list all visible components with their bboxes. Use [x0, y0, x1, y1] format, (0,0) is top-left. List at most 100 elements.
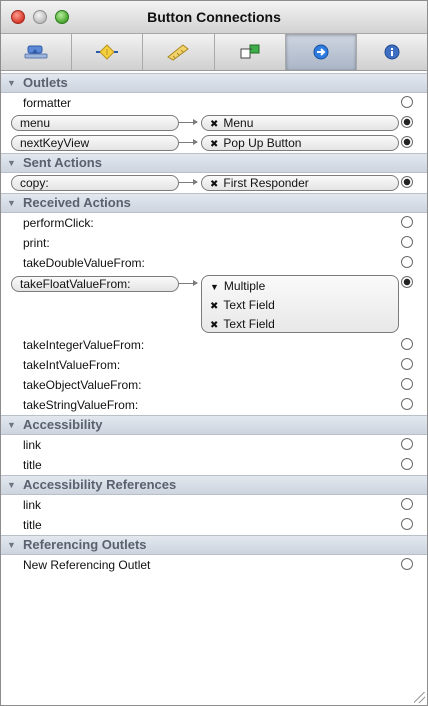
action-row-copy: copy: ✖ First Responder: [1, 173, 427, 193]
connection-circle-connected[interactable]: [401, 116, 413, 128]
connection-circle[interactable]: [401, 398, 413, 410]
disclosure-triangle-icon[interactable]: ▼: [7, 74, 16, 92]
outlet-label: formatter: [23, 96, 72, 110]
section-outlets[interactable]: ▼ Outlets: [1, 73, 427, 93]
disconnect-x-icon[interactable]: ✖: [210, 301, 218, 312]
multiple-target-item[interactable]: ✖ Text Field: [210, 297, 398, 316]
section-title: Received Actions: [23, 195, 131, 210]
action-pill[interactable]: copy:: [11, 175, 179, 191]
connection-circle[interactable]: [401, 216, 413, 228]
connection-target[interactable]: ✖ Menu: [201, 115, 399, 131]
title-bar[interactable]: Button Connections: [1, 1, 427, 34]
connection-circle-connected[interactable]: [401, 176, 413, 188]
connection-circle-connected[interactable]: [401, 136, 413, 148]
tab-size[interactable]: [143, 34, 215, 70]
connection-circle[interactable]: [401, 256, 413, 268]
outlet-pill[interactable]: menu: [11, 115, 179, 131]
outlet-row-menu: menu ✖ Menu: [1, 113, 427, 133]
received-row-takeintegervaluefrom: takeIntegerValueFrom:: [1, 335, 427, 355]
multiple-header[interactable]: ▼ Multiple: [210, 278, 398, 297]
action-label: takeStringValueFrom:: [23, 398, 139, 412]
connection-target-multiple[interactable]: ▼ Multiple ✖ Text Field ✖ Text Field: [201, 275, 399, 333]
attributes-icon: [24, 45, 48, 59]
effects-icon: [96, 44, 119, 60]
received-row-takeintvaluefrom: takeIntValueFrom:: [1, 355, 427, 375]
connection-circle[interactable]: [401, 96, 413, 108]
disclosure-triangle-icon[interactable]: ▼: [7, 154, 16, 172]
disconnect-x-icon[interactable]: ✖: [210, 179, 218, 190]
connection-circle[interactable]: [401, 558, 413, 570]
connections-arrow-icon: [313, 44, 329, 60]
disclosure-triangle-icon[interactable]: ▼: [7, 194, 16, 212]
section-title: Referencing Outlets: [23, 537, 147, 552]
section-received-actions[interactable]: ▼ Received Actions: [1, 193, 427, 213]
connection-target[interactable]: ✖ First Responder: [201, 175, 399, 191]
outlet-pill[interactable]: nextKeyView: [11, 135, 179, 151]
tab-connections[interactable]: [285, 34, 357, 70]
tab-effects[interactable]: [72, 34, 144, 70]
target-label: Text Field: [223, 298, 275, 312]
section-referencing-outlets[interactable]: ▼ Referencing Outlets: [1, 535, 427, 555]
connection-target[interactable]: ✖ Pop Up Button: [201, 135, 399, 151]
tab-identity[interactable]: [357, 34, 427, 70]
referencing-outlet-row-new: New Referencing Outlet: [1, 555, 427, 575]
disconnect-x-icon[interactable]: ✖: [210, 139, 218, 150]
connection-arrow: [179, 179, 198, 185]
disclosure-triangle-icon[interactable]: ▼: [210, 282, 219, 292]
outlet-row-nextkeyview: nextKeyView ✖ Pop Up Button: [1, 133, 427, 153]
disconnect-x-icon[interactable]: ✖: [210, 119, 218, 130]
action-pill[interactable]: takeFloatValueFrom:: [11, 276, 179, 292]
target-label: Menu: [223, 116, 254, 130]
inspector-toolbar: [1, 34, 427, 71]
connection-circle[interactable]: [401, 498, 413, 510]
accessibility-ref-label: title: [23, 518, 42, 532]
section-accessibility-references[interactable]: ▼ Accessibility References: [1, 475, 427, 495]
connection-arrow: [179, 139, 198, 145]
multiple-target-item[interactable]: ✖ Text Field: [210, 316, 398, 335]
target-label: Multiple: [223, 279, 266, 293]
window-title: Button Connections: [147, 9, 281, 25]
connection-circle[interactable]: [401, 518, 413, 530]
received-row-performclick: performClick:: [1, 213, 427, 233]
action-label: takeIntValueFrom:: [23, 358, 121, 372]
resize-grip-icon[interactable]: [414, 692, 425, 703]
section-title: Outlets: [23, 75, 68, 90]
section-accessibility[interactable]: ▼ Accessibility: [1, 415, 427, 435]
bindings-icon: [240, 44, 260, 59]
section-title: Accessibility: [23, 417, 103, 432]
tab-bindings[interactable]: [215, 34, 286, 70]
accessibility-label: title: [23, 458, 42, 472]
target-label: Text Field: [223, 317, 275, 331]
section-title: Accessibility References: [23, 477, 177, 492]
inspector-window: Button Connections ▼ Outlets formatter m…: [0, 0, 428, 706]
connection-circle[interactable]: [401, 378, 413, 390]
disclosure-triangle-icon[interactable]: ▼: [7, 536, 16, 554]
disclosure-triangle-icon[interactable]: ▼: [7, 476, 16, 494]
connection-arrow: [179, 280, 198, 286]
received-row-print: print:: [1, 233, 427, 253]
action-label: takeObjectValueFrom:: [23, 378, 142, 392]
connection-circle[interactable]: [401, 236, 413, 248]
accessibility-ref-row-title: title: [1, 515, 427, 535]
connections-list: ▼ Outlets formatter menu ✖ Menu nextKeyVi…: [1, 71, 427, 705]
connection-circle[interactable]: [401, 438, 413, 450]
connection-circle-connected[interactable]: [401, 276, 413, 288]
action-label: takeIntegerValueFrom:: [23, 338, 145, 352]
section-sent-actions[interactable]: ▼ Sent Actions: [1, 153, 427, 173]
connection-circle[interactable]: [401, 338, 413, 350]
referencing-outlet-label: New Referencing Outlet: [23, 558, 151, 572]
disconnect-x-icon[interactable]: ✖: [210, 320, 218, 331]
target-label: Pop Up Button: [223, 136, 302, 150]
action-label: takeDoubleValueFrom:: [23, 256, 145, 270]
disclosure-triangle-icon[interactable]: ▼: [7, 416, 16, 434]
accessibility-row-link: link: [1, 435, 427, 455]
action-label: print:: [23, 236, 50, 250]
outlet-row-formatter: formatter: [1, 93, 427, 113]
connection-circle[interactable]: [401, 458, 413, 470]
received-row-takedoublevaluefrom: takeDoubleValueFrom:: [1, 253, 427, 273]
received-row-takefloatvaluefrom: takeFloatValueFrom: ▼ Multiple ✖ Text Fiel…: [1, 273, 427, 335]
connection-circle[interactable]: [401, 358, 413, 370]
connection-arrow: [179, 119, 198, 125]
section-title: Sent Actions: [23, 155, 102, 170]
tab-attributes[interactable]: [1, 34, 73, 70]
